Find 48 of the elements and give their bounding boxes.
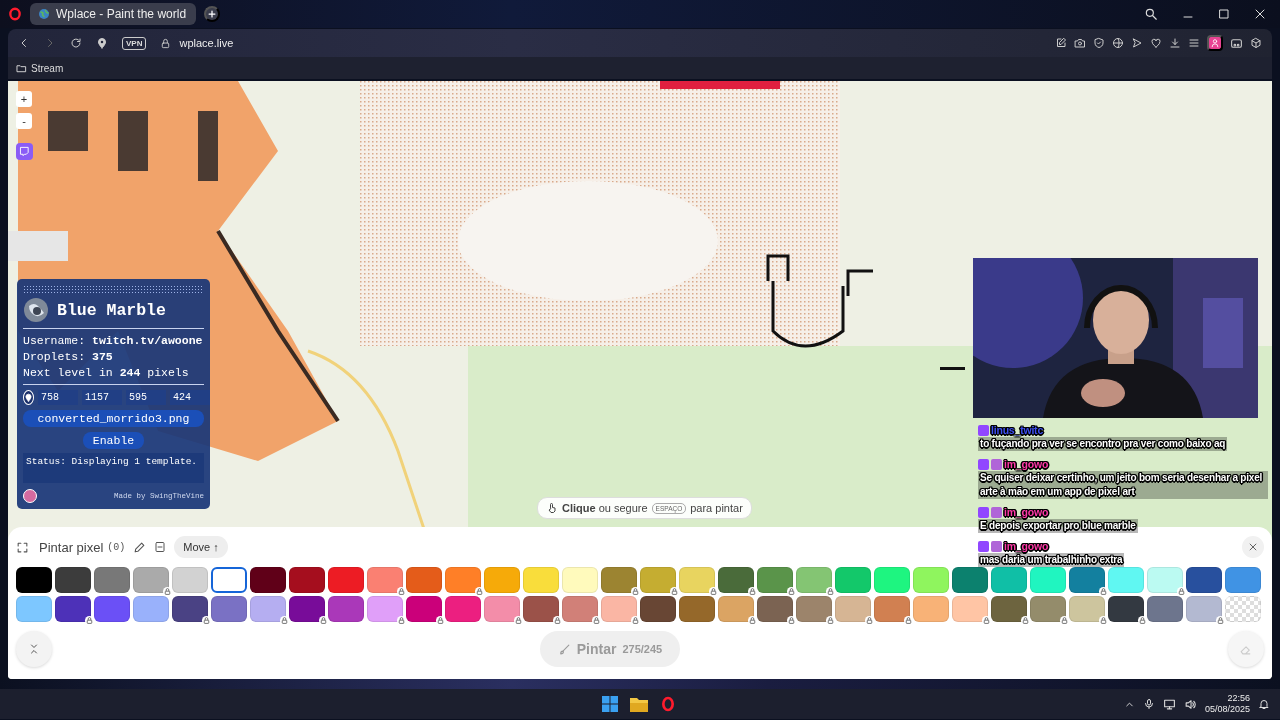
brush-icon <box>557 642 571 656</box>
browser-tab[interactable]: Wplace - Paint the world <box>30 3 197 25</box>
close-button[interactable] <box>1242 536 1264 558</box>
search-icon[interactable] <box>1144 7 1158 21</box>
close-icon <box>1248 542 1258 552</box>
pixel-count: (0) <box>107 541 126 553</box>
reload-icon[interactable] <box>70 37 82 49</box>
microphone-icon[interactable] <box>1142 698 1155 710</box>
chat-username: im_gowo <box>1004 540 1049 552</box>
pencil-icon[interactable] <box>133 540 147 554</box>
cube-icon[interactable] <box>1250 37 1262 49</box>
chevrons-icon <box>28 643 40 655</box>
bookmark-folder[interactable]: Stream <box>16 62 64 74</box>
subscriber-badge <box>991 540 1002 552</box>
shield-icon[interactable] <box>1093 37 1105 49</box>
bell-icon[interactable] <box>1258 698 1270 710</box>
person-icon <box>1210 38 1220 48</box>
lock-icon <box>160 37 172 49</box>
panel-title: Pintar pixel <box>39 539 104 555</box>
folder-icon[interactable] <box>630 696 648 712</box>
close-icon[interactable] <box>1254 8 1266 20</box>
globe-icon[interactable] <box>1112 37 1124 49</box>
monitor-icon[interactable] <box>1162 697 1176 711</box>
globe-icon <box>38 8 50 20</box>
folder-icon <box>16 62 27 74</box>
menu-icon[interactable] <box>1188 37 1200 49</box>
platform-badge <box>978 540 989 552</box>
edit-icon[interactable] <box>1055 37 1067 49</box>
location-pin-icon[interactable] <box>96 37 108 49</box>
color-swatch[interactable] <box>211 567 247 593</box>
speaker-icon[interactable] <box>1183 697 1197 711</box>
vpn-badge[interactable]: VPN <box>122 36 147 50</box>
heart-icon[interactable] <box>1150 37 1162 49</box>
address-field[interactable]: wplace.live <box>179 37 234 49</box>
maximize-icon[interactable] <box>1218 8 1230 20</box>
clock-date[interactable]: 05/08/2025 <box>1204 704 1250 715</box>
profile-button[interactable] <box>1207 35 1223 51</box>
download-icon[interactable] <box>1169 37 1181 49</box>
opera-icon[interactable] <box>8 7 22 21</box>
fullscreen-icon[interactable] <box>16 540 29 554</box>
send-icon[interactable] <box>1131 37 1143 49</box>
plus-icon <box>207 9 218 19</box>
new-tab-button[interactable] <box>204 6 221 22</box>
move-button[interactable]: Move ↑ <box>174 536 228 558</box>
opera-icon[interactable] <box>660 696 676 712</box>
clock-time[interactable]: 22:56 <box>1227 693 1250 704</box>
camera-icon[interactable] <box>1074 37 1086 49</box>
goggles-icon[interactable] <box>1230 36 1243 50</box>
